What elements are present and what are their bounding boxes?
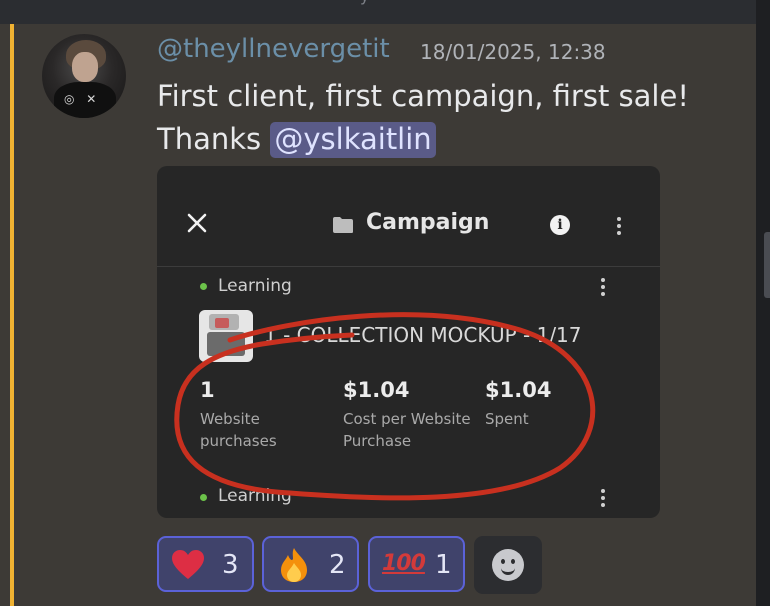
status-label-top: Learning [218, 276, 292, 296]
reaction-fire[interactable]: 2 [262, 536, 359, 592]
more-vertical-icon [617, 217, 621, 235]
top-bar-text: y [360, 0, 369, 5]
scrollbar-thumb[interactable] [764, 232, 770, 298]
reaction-count: 1 [435, 550, 452, 580]
metric-purchases-label: Website purchases [200, 410, 277, 450]
reaction-count: 3 [222, 550, 239, 580]
hundred-points-icon: 100 [382, 551, 426, 576]
embed-title: Campaign [366, 210, 490, 235]
screenshot-embed[interactable]: Campaign i Learning 1 - COLLECTION MOCKU… [157, 166, 660, 518]
add-reaction-icon [492, 549, 524, 581]
more-vertical-icon [601, 489, 605, 507]
message-text-line2: Thanks @yslkaitlin [157, 122, 436, 158]
top-bar: y [0, 0, 756, 24]
reaction-heart[interactable]: 3 [157, 536, 254, 592]
metric-spent-label: Spent [485, 410, 529, 428]
close-icon [187, 213, 207, 233]
divider [157, 266, 660, 267]
message-text-prefix: Thanks [157, 122, 271, 156]
status-dot [200, 494, 207, 501]
metric-purchases-value: 1 [200, 378, 215, 402]
heart-icon [172, 550, 204, 579]
avatar[interactable]: ◎ ✕ [42, 34, 126, 118]
ad-thumbnail [199, 310, 253, 362]
status-dot [200, 283, 207, 290]
reaction-count: 2 [329, 550, 346, 580]
scrollbar-track[interactable] [756, 0, 770, 606]
add-reaction-button[interactable] [474, 536, 542, 594]
mention-highlight-bar [10, 24, 14, 606]
reaction-hundred-points[interactable]: 100 1 [368, 536, 465, 592]
message-author[interactable]: @theyllnevergetit [157, 34, 390, 64]
metric-cost-value: $1.04 [343, 378, 410, 402]
status-label-bottom: Learning [218, 486, 292, 506]
user-mention[interactable]: @yslkaitlin [270, 122, 436, 158]
message-text-line1: First client, first campaign, first sale… [157, 79, 689, 113]
metric-spent-value: $1.04 [485, 378, 552, 402]
more-vertical-icon [601, 278, 605, 296]
folder-icon [333, 217, 353, 233]
fire-icon [281, 548, 307, 582]
message-timestamp: 18/01/2025, 12:38 [420, 40, 606, 64]
metric-cost-label: Cost per Website Purchase [343, 410, 471, 450]
info-icon: i [550, 215, 570, 235]
ad-name: 1 - COLLECTION MOCKUP - 1/17 [264, 323, 582, 347]
